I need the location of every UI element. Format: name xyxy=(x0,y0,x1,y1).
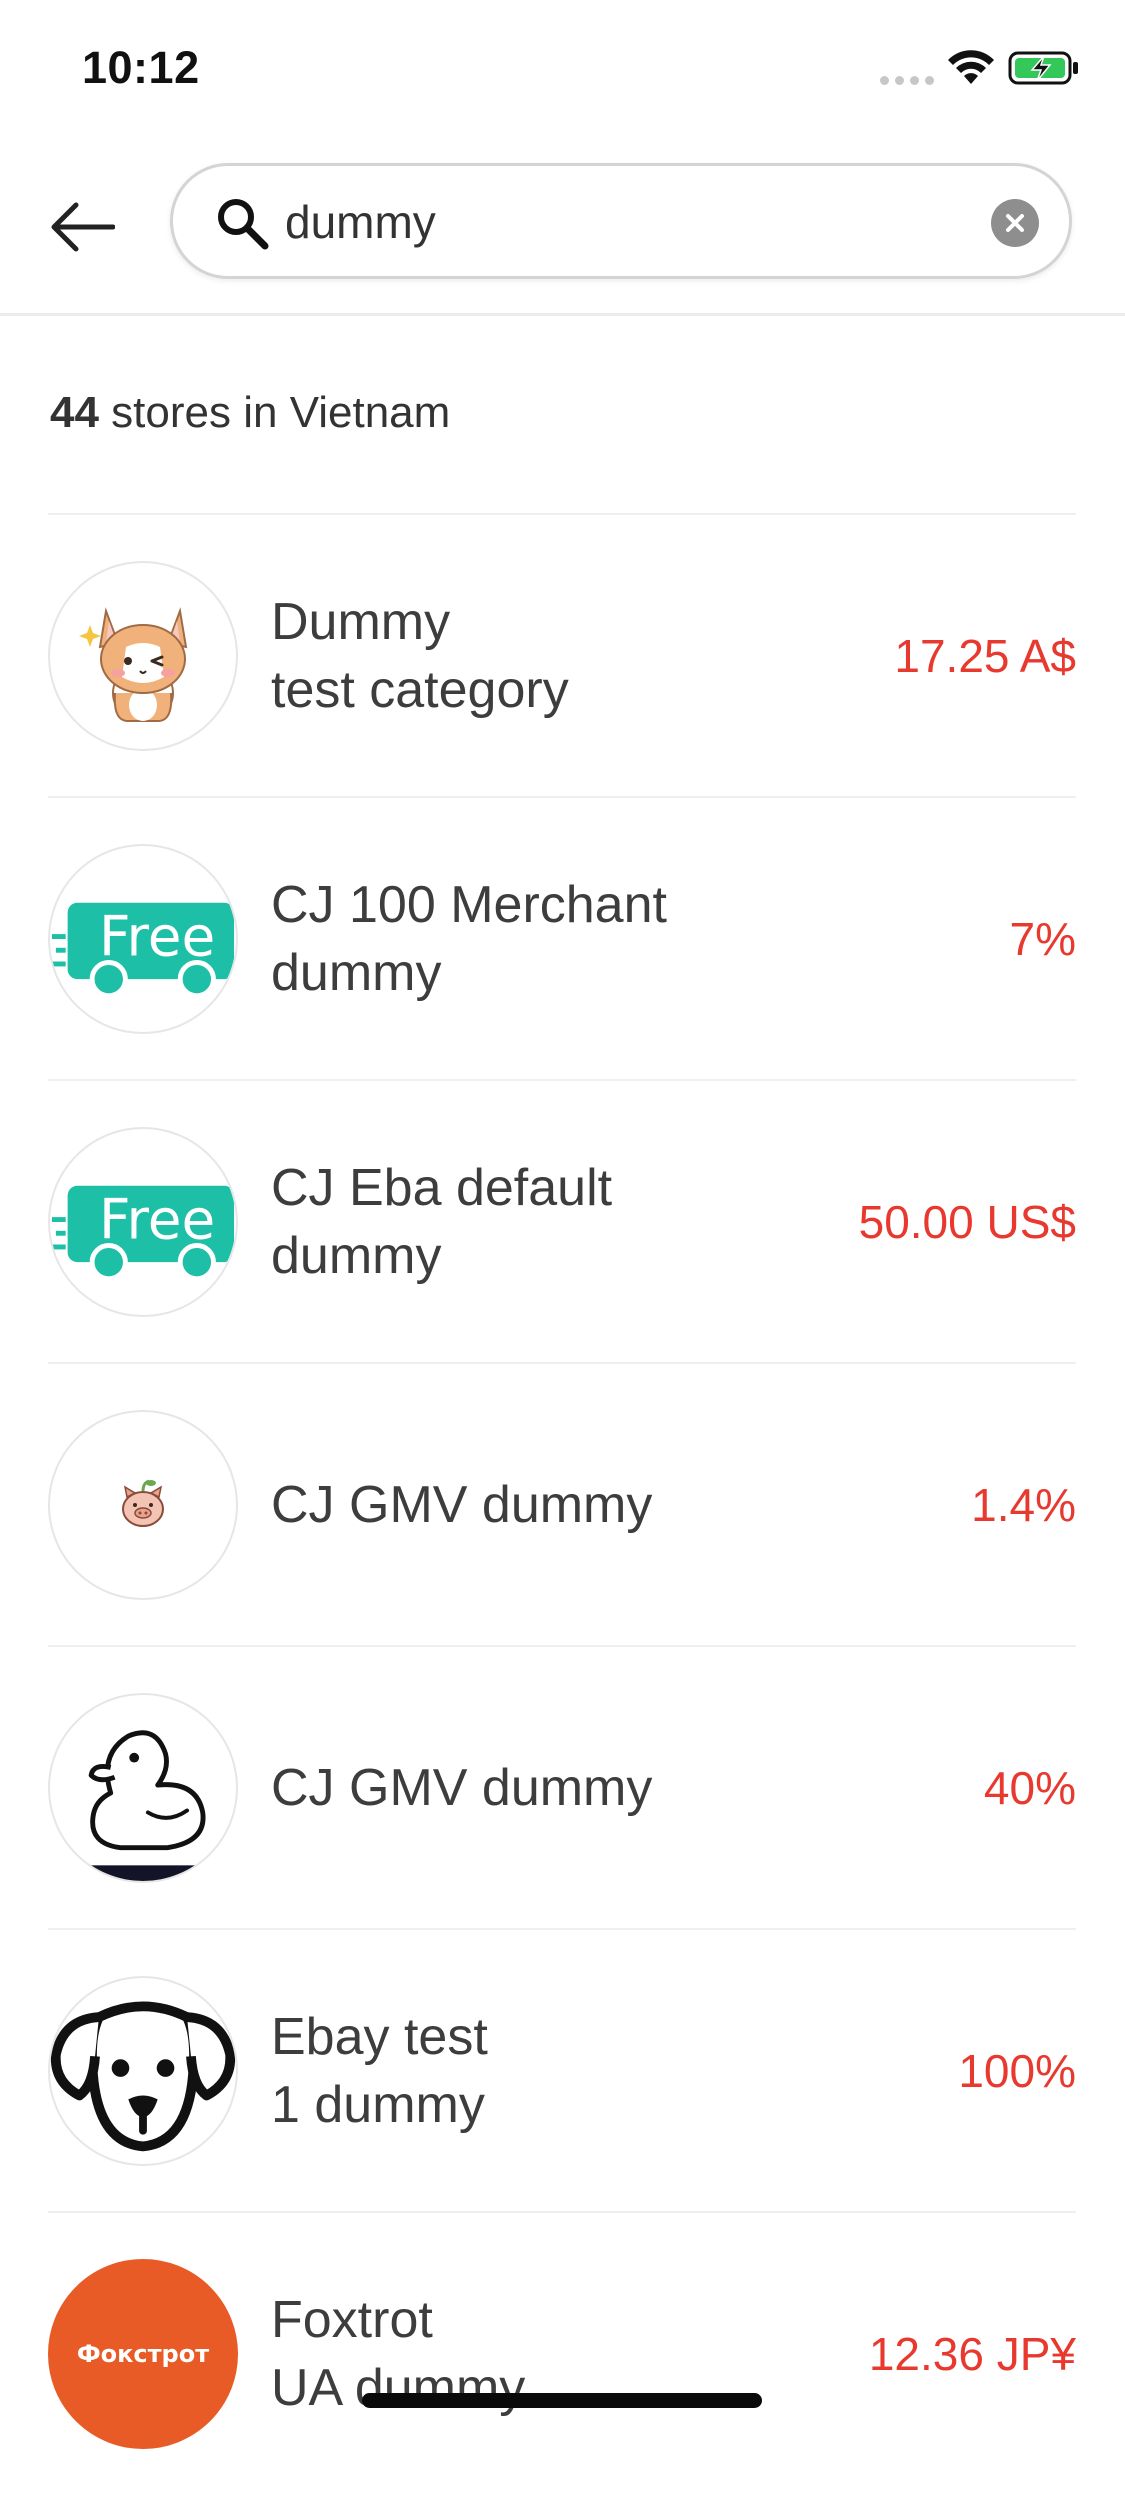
home-indicator xyxy=(362,2393,762,2408)
store-name-line: Ebay test xyxy=(271,2007,488,2066)
store-name: Dummy test category xyxy=(271,515,831,796)
wifi-icon xyxy=(948,50,994,84)
store-name: Foxtrot UA dummy xyxy=(271,2213,831,2494)
store-row[interactable]: Dummy test category 17.25 A$ xyxy=(48,513,1076,796)
dog-icon xyxy=(50,2001,236,2152)
store-name-line: CJ Eba default xyxy=(271,1158,613,1217)
arrow-left-icon xyxy=(51,202,115,252)
store-logo xyxy=(48,1693,238,1883)
free-truck-icon: Free xyxy=(50,1185,235,1282)
store-list: Dummy test category 17.25 A$ Free CJ 100… xyxy=(48,513,1076,2494)
back-button[interactable] xyxy=(46,191,118,263)
store-logo xyxy=(48,1976,238,2166)
store-logo: Free xyxy=(48,1127,238,1317)
search-bar[interactable] xyxy=(170,163,1072,279)
store-name-line: dummy xyxy=(271,1226,442,1285)
store-cashback-value: 100% xyxy=(958,2044,1076,2097)
store-name-line: 1 dummy xyxy=(271,2075,485,2134)
pig-icon xyxy=(122,1479,164,1527)
cat-icon xyxy=(79,607,188,722)
clear-icon xyxy=(1006,214,1024,232)
store-name-line: Foxtrot xyxy=(271,2290,433,2349)
result-count: 44 stores in Vietnam xyxy=(50,388,450,438)
store-name: CJ Eba default dummy xyxy=(271,1081,831,1362)
result-count-number: 44 xyxy=(50,388,99,437)
store-name-line: UA dummy xyxy=(271,2358,526,2417)
store-logo: Free xyxy=(48,844,238,1034)
store-logo xyxy=(48,1410,238,1600)
store-row[interactable]: CJ GMV dummy 1.4% xyxy=(48,1362,1076,1645)
svg-text:Free: Free xyxy=(99,1188,215,1252)
free-truck-icon: Free xyxy=(50,902,235,999)
store-logo xyxy=(48,561,238,751)
store-logo: Фокстрот xyxy=(48,2259,238,2449)
store-name: CJ 100 Merchant dummy xyxy=(271,798,831,1079)
store-cashback-value: 7% xyxy=(1009,912,1076,965)
store-name-line: CJ GMV dummy xyxy=(271,1475,653,1534)
store-name: CJ GMV dummy xyxy=(271,1364,831,1645)
search-input[interactable] xyxy=(285,186,925,258)
store-cashback-value: 40% xyxy=(983,1761,1076,1814)
store-name: CJ GMV dummy xyxy=(271,1647,831,1928)
battery-charging-icon xyxy=(1008,51,1078,85)
status-time: 10:12 xyxy=(82,42,200,93)
store-name-line: CJ 100 Merchant xyxy=(271,875,667,934)
duck-icon xyxy=(50,1730,236,1881)
store-cashback-value: 17.25 A$ xyxy=(894,629,1076,682)
cellular-signal-icon xyxy=(880,76,934,85)
svg-text:Free: Free xyxy=(99,905,215,969)
clear-search-button[interactable] xyxy=(991,199,1039,247)
status-bar: 10:12 xyxy=(0,0,1125,135)
store-name-line: dummy xyxy=(271,943,442,1002)
store-name: Ebay test 1 dummy xyxy=(271,1930,831,2211)
result-count-label: stores in Vietnam xyxy=(98,388,451,437)
store-name-line: Dummy xyxy=(271,592,451,651)
store-name-line: test category xyxy=(271,660,569,719)
search-header xyxy=(0,135,1125,316)
search-icon xyxy=(218,199,269,250)
store-row[interactable]: Free CJ Eba default dummy 50.00 US$ xyxy=(48,1079,1076,1362)
foxtrot-logo-text: Фокстрот xyxy=(76,2340,210,2368)
store-row[interactable]: CJ GMV dummy 40% xyxy=(48,1645,1076,1928)
store-cashback-value: 12.36 JP¥ xyxy=(868,2327,1076,2380)
store-name-line: CJ GMV dummy xyxy=(271,1758,653,1817)
store-cashback-value: 1.4% xyxy=(971,1478,1076,1531)
store-row[interactable]: Ebay test 1 dummy 100% xyxy=(48,1928,1076,2211)
store-row[interactable]: Free CJ 100 Merchant dummy 7% xyxy=(48,796,1076,1079)
store-row[interactable]: Фокстрот Foxtrot UA dummy 12.36 JP¥ xyxy=(48,2211,1076,2494)
store-cashback-value: 50.00 US$ xyxy=(858,1195,1076,1248)
